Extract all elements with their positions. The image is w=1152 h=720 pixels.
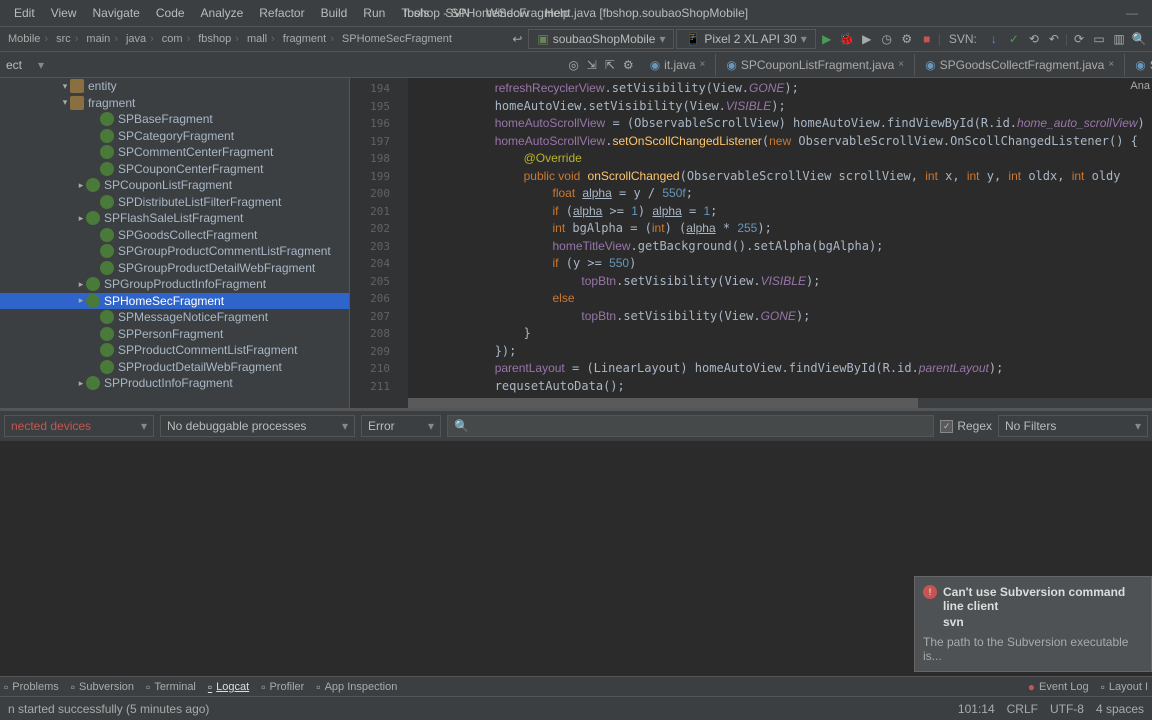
menu-analyze[interactable]: Analyze [193, 6, 252, 20]
scope-dropdown[interactable]: ect▾ [0, 55, 50, 75]
tree-item[interactable]: ▸SPFlashSaleListFragment [0, 210, 349, 227]
tree-item[interactable]: ▸SPHomeSecFragment [0, 293, 349, 310]
menu-bar: EditViewNavigateCodeAnalyzeRefactorBuild… [0, 0, 1152, 27]
log-level-dropdown[interactable]: Error▾ [361, 415, 441, 437]
tree-item[interactable]: ▸SPProductInfoFragment [0, 375, 349, 392]
tree-item[interactable]: SPCouponCenterFragment [0, 161, 349, 178]
status-item[interactable]: 101:14 [958, 702, 995, 716]
breadcrumb[interactable]: fbshop [194, 33, 243, 45]
tool-tab-problems[interactable]: ▫Problems [4, 680, 59, 694]
gear-icon[interactable]: ⚙ [623, 58, 634, 72]
status-item[interactable]: UTF-8 [1050, 702, 1084, 716]
tool-tab-app inspection[interactable]: ▫App Inspection [316, 680, 397, 694]
tool-tab-right[interactable]: ●Event Log [1028, 680, 1089, 694]
tree-item[interactable]: SPCategoryFragment [0, 128, 349, 145]
breadcrumb[interactable]: SPHomeSecFragment [338, 33, 456, 45]
tool-tab-subversion[interactable]: ▫Subversion [71, 680, 134, 694]
line-gutter: 194 195 196 197 198 199 200 201 202 203 … [350, 78, 408, 408]
breadcrumb[interactable]: Mobile [4, 33, 52, 45]
menu-build[interactable]: Build [313, 6, 356, 20]
tree-item[interactable]: SPCommentCenterFragment [0, 144, 349, 161]
breadcrumb[interactable]: src [52, 33, 82, 45]
breadcrumb[interactable]: fragment [279, 33, 338, 45]
run-config-device[interactable]: 📱Pixel 2 XL API 30▾ [676, 29, 815, 49]
coverage-icon[interactable]: ▶ [858, 30, 876, 48]
menu-code[interactable]: Code [148, 6, 193, 20]
sdk-icon[interactable]: ▥ [1110, 30, 1128, 48]
window-title: fbshop - SPHomeSecFragment.java [fbshop.… [396, 6, 756, 20]
horizontal-scrollbar[interactable] [408, 398, 1152, 408]
menu-navigate[interactable]: Navigate [84, 6, 147, 20]
tool-tab-profiler[interactable]: ▫Profiler [261, 680, 304, 694]
device-dropdown[interactable]: nected devices▾ [4, 415, 154, 437]
search-icon[interactable]: 🔍 [1130, 30, 1148, 48]
editor-tab[interactable]: ◉SPGoodsCollectFragment.java× [915, 54, 1125, 76]
locate-icon[interactable]: ◎ [568, 58, 578, 72]
tree-item[interactable]: ▾entity [0, 78, 349, 95]
breadcrumb[interactable]: main [82, 33, 122, 45]
tree-item[interactable]: SPDistributeListFilterFragment [0, 194, 349, 211]
tree-item[interactable]: SPMessageNoticeFragment [0, 309, 349, 326]
vcs-history-icon[interactable]: ⟲ [1025, 30, 1043, 48]
code-area[interactable]: refreshRecyclerView.setVisibility(View.G… [408, 78, 1152, 408]
notification-popup[interactable]: !Can't use Subversion command line clien… [914, 576, 1152, 672]
vcs-commit-icon[interactable]: ✓ [1005, 30, 1023, 48]
profile-icon[interactable]: ◷ [878, 30, 896, 48]
stop-icon[interactable]: ■ [918, 30, 936, 48]
menu-run[interactable]: Run [355, 6, 393, 20]
vcs-revert-icon[interactable]: ↶ [1045, 30, 1063, 48]
tree-item[interactable]: SPGroupProductDetailWebFragment [0, 260, 349, 277]
svn-label: SVN: [943, 32, 983, 46]
menu-view[interactable]: View [43, 6, 85, 20]
avd-icon[interactable]: ▭ [1090, 30, 1108, 48]
tree-item[interactable]: ▸SPCouponListFragment [0, 177, 349, 194]
minimize-icon[interactable]: — [1118, 6, 1146, 20]
search-icon: 🔍 [454, 419, 469, 433]
error-icon: ! [923, 585, 937, 599]
attach-icon[interactable]: ⚙ [898, 30, 916, 48]
code-editor[interactable]: 194 195 196 197 198 199 200 201 202 203 … [350, 78, 1152, 408]
regex-checkbox[interactable]: ✓Regex [940, 419, 992, 433]
tree-item[interactable]: SPProductDetailWebFragment [0, 359, 349, 376]
debug-icon[interactable]: 🐞 [838, 30, 856, 48]
run-icon[interactable]: ▶ [818, 30, 836, 48]
tool-window-bar: ▫Problems ▫Subversion ▫Terminal ▫Logcat ▫Pro… [0, 676, 1152, 696]
tool-tab-right[interactable]: ▫Layout I [1101, 680, 1148, 694]
editor-tab[interactable]: ◉it.java× [640, 54, 717, 76]
collapse-icon[interactable]: ⇱ [605, 58, 615, 72]
process-dropdown[interactable]: No debuggable processes▾ [160, 415, 355, 437]
project-tree[interactable]: ▾entity▾fragmentSPBaseFragmentSPCategory… [0, 78, 350, 408]
tree-item[interactable]: ▸SPGroupProductInfoFragment [0, 276, 349, 293]
status-item[interactable]: CRLF [1007, 702, 1038, 716]
tree-item[interactable]: SPGroupProductCommentListFragment [0, 243, 349, 260]
tab-bar: ect▾ ◎ ⇲ ⇱ ⚙ ◉it.java×◉SPCouponListFragm… [0, 52, 1152, 78]
menu-refactor[interactable]: Refactor [251, 6, 312, 20]
back-icon[interactable]: ↩ [508, 30, 526, 48]
vcs-update-icon[interactable]: ↓ [985, 30, 1003, 48]
menu-edit[interactable]: Edit [6, 6, 43, 20]
tree-item[interactable]: SPProductCommentListFragment [0, 342, 349, 359]
tool-tab-logcat[interactable]: ▫Logcat [208, 680, 249, 694]
tree-item[interactable]: SPPersonFragment [0, 326, 349, 343]
tree-item[interactable]: ▾fragment [0, 95, 349, 112]
editor-tab[interactable]: ◉SPCouponListFragment.java× [716, 54, 915, 76]
tree-item[interactable]: SPGoodsCollectFragment [0, 227, 349, 244]
navigation-toolbar: MobilesrcmainjavacomfbshopmallfragmentSP… [0, 27, 1152, 52]
status-message: n started successfully (5 minutes ago) [8, 702, 209, 716]
filter-dropdown[interactable]: No Filters▾ [998, 415, 1148, 437]
editor-tab[interactable]: ◉SPGroupProductDetailWebFragment.java× [1125, 54, 1152, 76]
breadcrumb[interactable]: com [158, 33, 194, 45]
breadcrumb[interactable]: java [122, 33, 158, 45]
breadcrumb[interactable]: mall [243, 33, 279, 45]
status-bar: n started successfully (5 minutes ago) 1… [0, 696, 1152, 720]
log-search-input[interactable]: 🔍 [447, 415, 934, 437]
status-item[interactable]: 4 spaces [1096, 702, 1144, 716]
sync-icon[interactable]: ⟳ [1070, 30, 1088, 48]
tree-item[interactable]: SPBaseFragment [0, 111, 349, 128]
inspection-widget[interactable]: Ana [1130, 80, 1150, 92]
expand-icon[interactable]: ⇲ [587, 58, 597, 72]
tool-tab-terminal[interactable]: ▫Terminal [146, 680, 196, 694]
run-config-module[interactable]: ▣soubaoShopMobile▾ [528, 29, 674, 49]
